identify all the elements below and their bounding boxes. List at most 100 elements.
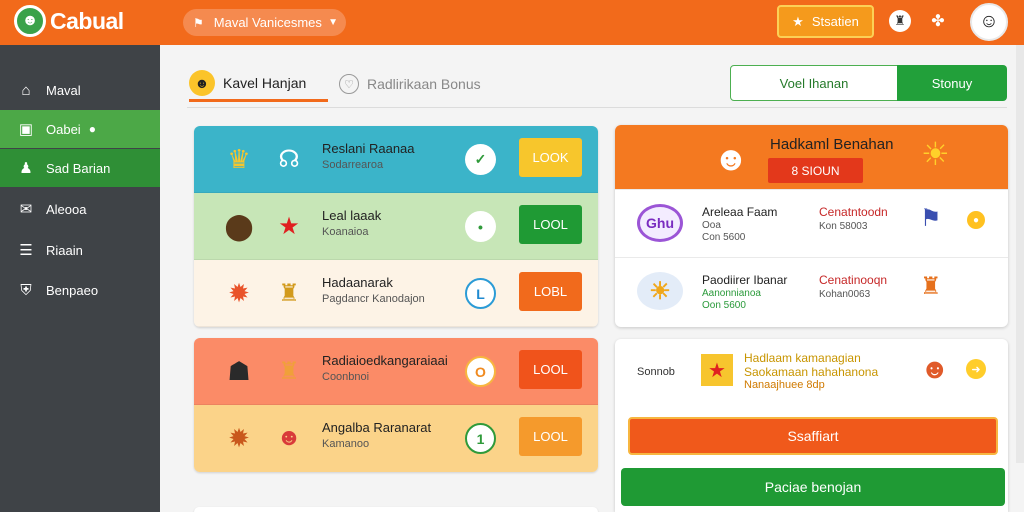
entry-right-title: Cenatntoodn — [819, 205, 888, 219]
flag-icon: ⚑ — [920, 205, 942, 232]
mode-select[interactable]: ⚑ Maval Vanicesmes ▼ — [183, 9, 346, 36]
list-panel-edge — [194, 507, 598, 512]
tab-kavel-hanjan[interactable]: ☻ Kavel Hanjan — [189, 66, 328, 102]
gift-icon: ▣ — [18, 121, 34, 138]
girl-icon: ☻ — [276, 424, 302, 451]
item-subtitle: Pagdancr Kanodajon — [322, 293, 425, 305]
sidebar-item-oabei[interactable]: ▣ Oabei ● — [0, 110, 160, 148]
home-icon: ⌂ — [21, 81, 31, 99]
mode-select-value: Maval Vanicesmes — [213, 15, 322, 30]
cup-icon: ☻ — [189, 69, 215, 96]
sidebar-item-label: Riaain — [46, 242, 83, 258]
entry-badge-icon: Ghu — [637, 204, 683, 242]
tab-bonus[interactable]: ♡ Radlirikaan Bonus — [339, 66, 481, 102]
look-button[interactable]: LOOL — [519, 350, 582, 389]
smile-icon: • — [465, 211, 496, 242]
feature-title: Hadkaml Benahan — [770, 136, 894, 153]
avatar[interactable]: ☺ — [970, 3, 1008, 41]
entry-right-sub: Kohan0063 — [819, 289, 871, 300]
feature-entry[interactable]: ☀ Paodiirer Ibanar Aanonnianoa Oon 5600 … — [615, 257, 1008, 325]
game-logo-icon: ✹ — [228, 422, 250, 453]
list-item[interactable]: ✹ ♜ Hadaanarak Pagdancr Kanodajon L LOBL — [194, 260, 598, 327]
ring-icon: O — [465, 356, 496, 387]
item-title: Radiaioedkangaraiaai — [322, 353, 448, 368]
arrow-icon[interactable]: ➜ — [966, 359, 986, 379]
level-icon: L — [465, 278, 496, 309]
lantern-icon: ♜ — [920, 273, 942, 300]
item-subtitle: Koanaioa — [322, 226, 369, 238]
trophy-icon[interactable]: ♜ — [889, 10, 911, 32]
list-item[interactable]: ♛ ☊ Reslani Raanaa Sodarrearoa ✓ LOOK — [194, 126, 598, 193]
top-bar: ☻ Cabual ⚑ Maval Vanicesmes ▼ ★ Stsatien… — [0, 0, 1024, 45]
look-button[interactable]: LOOL — [519, 205, 582, 244]
list-item[interactable]: ✹ ☻ Angalba Raranarat Kamanoo 1 LOOL — [194, 405, 598, 472]
sidebar-item-label: Aleooa — [46, 201, 87, 217]
feature-entry[interactable]: Ghu Areleaa Faam Ooa Con 5600 Cenatntood… — [615, 189, 1008, 257]
logo[interactable]: ☻ Cabual — [14, 5, 124, 37]
sidebar-item-label: Benpaeo — [46, 282, 99, 298]
entry-line1: Ooa — [702, 220, 721, 231]
sidebar-item-riaain[interactable]: ☰ Riaain — [0, 231, 160, 269]
game-list-bottom: ☗ ♜ Radiaioedkangaraiaai Coonbnoi O LOOL… — [194, 338, 598, 472]
item-subtitle: Sodarrearoa — [322, 159, 384, 171]
mascot-head-icon: ☻ — [14, 5, 46, 37]
item-title: Angalba Raranarat — [322, 420, 432, 435]
look-button[interactable]: LOBL — [519, 272, 582, 311]
mascot-icon: ☻ — [713, 139, 749, 178]
mascot-icon: ☻ — [920, 353, 950, 384]
entry-line2: Con 5600 — [702, 232, 746, 243]
promo-card: Sonnob ★ Hadlaam kamanagian Saokamaan ha… — [615, 339, 1008, 512]
level-icon: 1 — [465, 423, 496, 454]
confirm-button[interactable]: Paciae benojan — [621, 468, 1005, 506]
list-item[interactable]: ⬤ ★ Leal laaak Koanaioa • LOOL — [194, 193, 598, 260]
gift-badge-icon: ● — [88, 122, 96, 136]
sidebar-item-label: Maval — [46, 82, 81, 98]
sidebar-item-maval[interactable]: ⌂ Maval — [0, 71, 160, 109]
segment-stonuy[interactable]: Stonuy — [897, 65, 1007, 101]
entry-right-title: Cenatinooqn — [819, 273, 888, 287]
entry-line2: Oon 5600 — [702, 300, 746, 311]
entry-right-sub: Kon 58003 — [819, 221, 868, 232]
item-title: Hadaanarak — [322, 275, 393, 290]
chat-icon: ✉ — [19, 201, 33, 218]
station-button-label: Stsatien — [811, 14, 859, 29]
coin-icon[interactable]: ● — [967, 211, 985, 229]
entry-line1: Aanonnianoa — [702, 288, 761, 299]
tab-label: Radlirikaan Bonus — [367, 76, 481, 92]
sidebar-item-label: Sad Barian — [46, 160, 111, 176]
sidebar: ⌂ Maval ▣ Oabei ● ♟ Sad Barian ✉ Aleooa … — [0, 45, 160, 512]
look-button[interactable]: LOOK — [519, 138, 582, 177]
puzzle-icon[interactable]: ✤ — [927, 10, 949, 32]
star-icon: ★ — [278, 212, 300, 240]
robot-icon: ♜ — [278, 279, 300, 307]
game-logo-icon: ☗ — [227, 355, 251, 386]
game-logo-icon: ♛ — [227, 143, 251, 174]
user-icon: ♟ — [19, 160, 33, 177]
sidebar-item-benpaeo[interactable]: ⛨ Benpaeo — [0, 271, 160, 309]
look-button[interactable]: LOOL — [519, 417, 582, 456]
promo-line1: Hadlaam kamanagian — [744, 351, 861, 365]
sidebar-item-label: Oabei — [46, 121, 81, 137]
entry-title: Areleaa Faam — [702, 205, 778, 219]
game-logo-icon: ✹ — [228, 277, 250, 308]
sun-icon: ☀ — [921, 136, 950, 172]
feature-badge[interactable]: 8 SIOUN — [768, 158, 863, 183]
tab-label: Kavel Hanjan — [223, 74, 307, 91]
start-button[interactable]: Ssaffiart — [628, 417, 998, 455]
station-button[interactable]: ★ Stsatien — [777, 5, 874, 38]
flag-icon: ⚑ — [193, 15, 204, 30]
item-title: Reslani Raanaa — [322, 141, 415, 156]
lantern-icon: ♜ — [278, 357, 300, 385]
star-icon: ★ — [701, 354, 733, 386]
item-subtitle: Coonbnoi — [322, 371, 370, 383]
sidebar-item-aleooa[interactable]: ✉ Aleooa — [0, 190, 160, 228]
list-icon: ☰ — [19, 242, 33, 259]
game-logo-icon: ⬤ — [224, 210, 254, 241]
sidebar-item-sad-barian[interactable]: ♟ Sad Barian — [0, 149, 160, 187]
segment-voel-ihanan[interactable]: Voel Ihanan — [730, 65, 898, 101]
promo-line2: Saokamaan hahahanona — [744, 365, 879, 379]
scrollbar[interactable] — [1016, 45, 1024, 463]
list-item[interactable]: ☗ ♜ Radiaioedkangaraiaai Coonbnoi O LOOL — [194, 338, 598, 405]
headphones-icon: ☊ — [278, 145, 300, 173]
promo-label: Sonnob — [637, 366, 675, 378]
